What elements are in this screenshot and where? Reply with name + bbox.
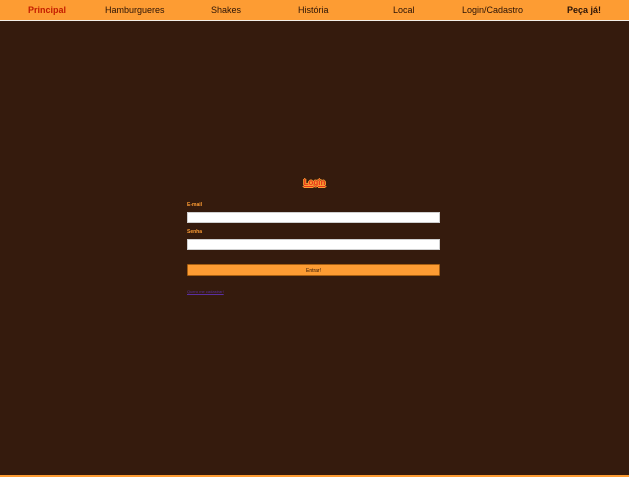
nav-item-hamburgueres[interactable]: Hamburgueres <box>105 0 165 20</box>
top-navigation-bar: Principal Hamburgueres Shakes História L… <box>0 0 629 21</box>
nav-item-local[interactable]: Local <box>393 0 415 20</box>
login-submit-button[interactable]: Entrar! <box>187 264 440 276</box>
email-field[interactable] <box>187 212 440 223</box>
signup-link[interactable]: Quero me cadastrar! <box>187 289 224 294</box>
page: Principal Hamburgueres Shakes História L… <box>0 0 629 477</box>
nav-item-historia[interactable]: História <box>298 0 329 20</box>
nav-item-login-cadastro[interactable]: Login/Cadastro <box>462 0 523 20</box>
nav-item-shakes[interactable]: Shakes <box>211 0 241 20</box>
nav-item-peca-ja[interactable]: Peça já! <box>567 0 601 20</box>
password-field[interactable] <box>187 239 440 250</box>
password-label: Senha <box>187 229 203 235</box>
email-label: E-mail <box>187 202 203 208</box>
nav-item-principal[interactable]: Principal <box>28 0 66 20</box>
login-title: Login <box>303 178 326 187</box>
